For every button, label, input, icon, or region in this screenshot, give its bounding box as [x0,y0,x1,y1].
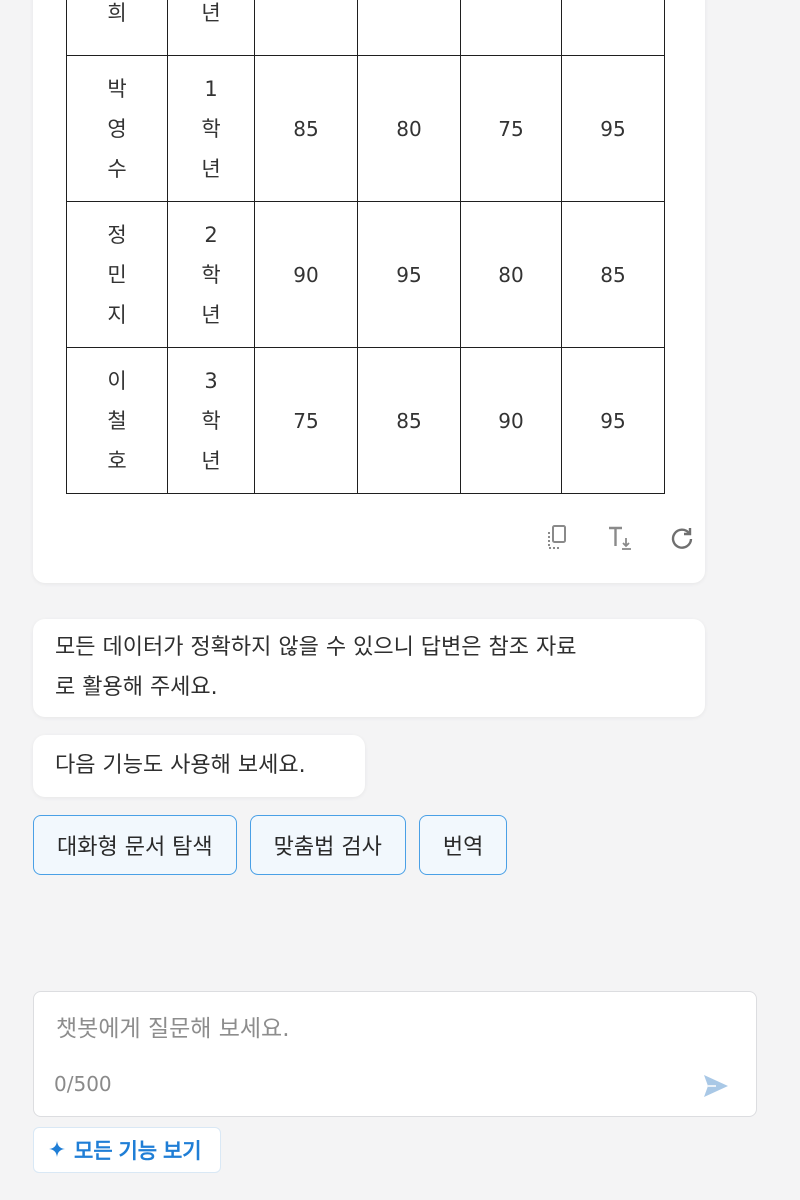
score-cell: 80 [460,201,562,348]
grade-cell: 2학년 [167,201,255,348]
score-cell: 85 [561,201,665,348]
features-message: 다음 기능도 사용해 보세요. [33,735,365,797]
notice-line-1: 모든 데이터가 정확하지 않을 수 있으니 답변은 참조 자료 [55,635,577,660]
send-icon[interactable] [698,1068,734,1104]
score-cell: 90 [254,201,358,348]
text-size-icon[interactable] [600,520,640,556]
answer-card: 희 년 박 영 수 1 학 년 85 80 75 95 정 민 지 2 학 년 90 95 80 85 이 철 호 3 학 년 75 85… [33,0,705,583]
score-cell: 75 [460,55,562,202]
answer-actions [538,520,702,556]
score-cell: 80 [357,55,461,202]
score-table: 희 년 박 영 수 1 학 년 85 80 75 95 정 민 지 2 학 년 90 95 80 85 이 철 호 3 학 년 75 85… [66,0,665,494]
score-cell: 95 [561,55,665,202]
table-row: 박 영 수 1 학 년 85 80 75 95 [66,55,665,202]
feature-chips: 대화형 문서 탐색 맞춤법 검사 번역 [33,815,508,875]
score-cell [561,0,665,56]
grade-cell: 3학년 [167,347,255,494]
student-name-cell: 희 [66,0,168,56]
chat-page: 희 년 박 영 수 1 학 년 85 80 75 95 정 민 지 2 학 년 90 95 80 85 이 철 호 3 학 년 75 85… [0,0,800,1200]
plus-icon [48,1140,66,1161]
grade-cell: 년 [167,0,255,56]
student-name-cell: 정민지 [66,201,168,348]
score-cell: 95 [561,347,665,494]
score-cell: 75 [254,347,358,494]
chat-composer: 0/500 [33,991,757,1117]
student-name-cell: 박영수 [66,55,168,202]
score-cell [357,0,461,56]
table-row: 이 철 호 3 학 년 75 85 90 95 [66,347,665,494]
all-features-button[interactable]: 모든 기능 보기 [33,1127,221,1173]
refresh-icon[interactable] [662,520,702,556]
accuracy-notice: 모든 데이터가 정확하지 않을 수 있으니 답변은 참조 자료 로 활용해 주세… [33,619,705,717]
score-cell: 85 [254,55,358,202]
char-counter: 0/500 [54,1072,112,1096]
chip-document-explore[interactable]: 대화형 문서 탐색 [33,815,237,875]
score-cell [254,0,358,56]
score-cell: 85 [357,347,461,494]
chip-translate[interactable]: 번역 [418,815,508,875]
all-features-label: 모든 기능 보기 [74,1140,202,1163]
table-row: 정 민 지 2 학 년 90 95 80 85 [66,201,665,348]
score-cell: 90 [460,347,562,494]
score-cell [460,0,562,56]
table-row: 희년 [66,0,665,56]
chip-spell-check[interactable]: 맞춤법 검사 [249,815,406,875]
grade-cell: 1학년 [167,55,255,202]
copy-icon[interactable] [538,520,578,556]
chat-input[interactable] [54,1008,698,1050]
score-cell: 95 [357,201,461,348]
notice-line-2: 로 활용해 주세요. [55,675,218,700]
student-name-cell: 이철호 [66,347,168,494]
